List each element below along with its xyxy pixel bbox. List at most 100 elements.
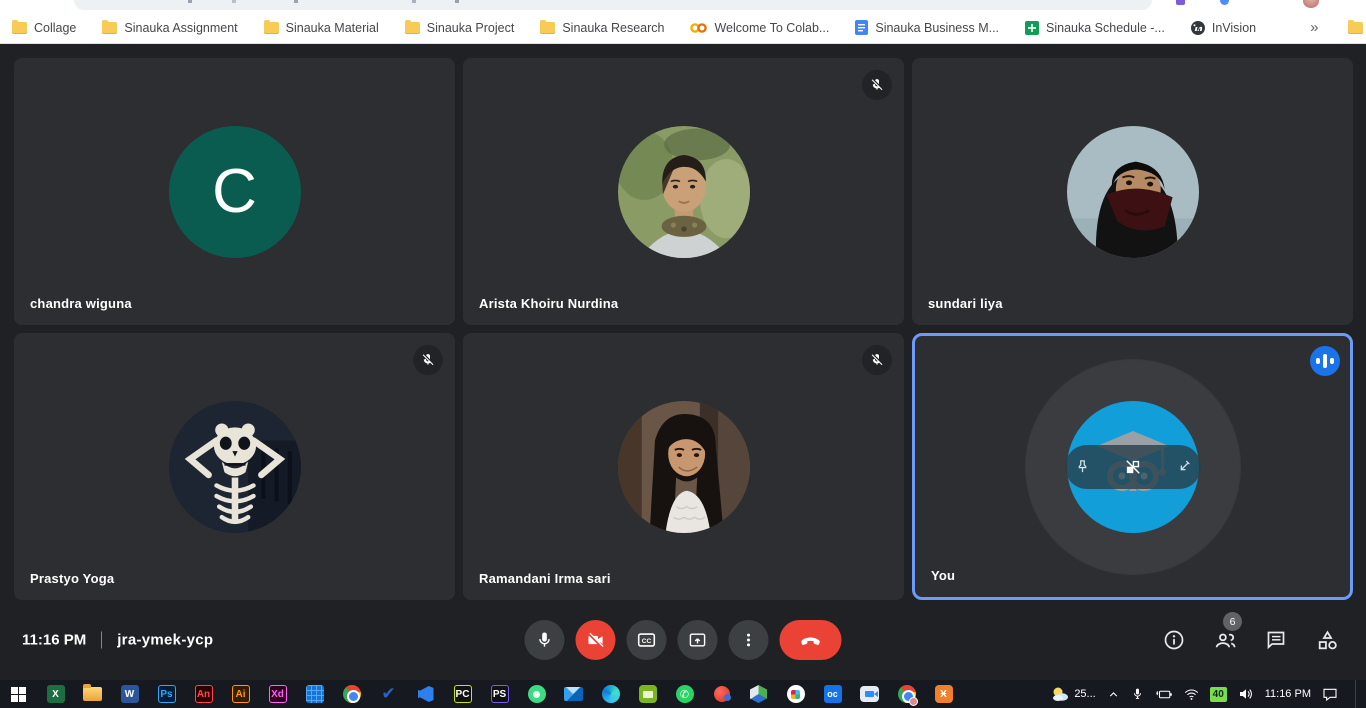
pycharm-icon[interactable]: PC [451,683,474,706]
adobe-xd-icon[interactable]: Xd [266,683,289,706]
bookmark-sinauka-research[interactable]: Sinauka Research [540,21,664,35]
participant-photo [618,401,750,533]
browser-profile-avatar[interactable] [1303,0,1319,8]
bookmark-colab[interactable]: Welcome To Colab... [690,21,829,35]
video-camera-app-icon[interactable] [858,683,881,706]
hang-up-icon [799,628,823,652]
vscode-icon[interactable] [414,683,437,706]
bookmark-sinauka-business[interactable]: Sinauka Business M... [855,20,999,35]
info-icon [1162,628,1186,652]
red-utility-icon[interactable] [710,683,733,706]
tray-battery-icon[interactable] [1155,688,1173,701]
tray-chevron-up-icon[interactable] [1107,688,1120,701]
audio-level-indicator-icon [1310,346,1340,376]
bookmark-sinauka-assignment[interactable]: Sinauka Assignment [102,21,237,35]
tray-speaker-icon[interactable] [1238,687,1254,701]
meeting-details-button[interactable] [1161,627,1187,653]
pin-icon[interactable] [1074,458,1091,475]
participant-name: Prastyo Yoga [30,571,114,586]
android-icon[interactable] [525,683,548,706]
xampp-icon[interactable]: Ӿ [932,683,955,706]
activities-button[interactable] [1314,627,1340,653]
extension-icon[interactable] [1220,0,1229,5]
participant-tile-sundari[interactable]: sundari liya [912,58,1353,325]
participant-name: chandra wiguna [30,296,132,311]
address-text-fragment [232,0,236,3]
word-icon[interactable]: W [118,683,141,706]
captions-icon: CC [636,629,658,651]
bookmark-sinauka-material[interactable]: Sinauka Material [264,21,379,35]
bookmark-sinauka-project[interactable]: Sinauka Project [405,21,515,35]
show-desktop-button[interactable] [1355,680,1360,708]
animate-icon[interactable]: An [192,683,215,706]
weather-temp: 25... [1074,688,1095,700]
to-do-check-icon[interactable]: ✔ [377,683,400,706]
file-explorer-icon[interactable] [81,683,104,706]
action-center-icon[interactable] [1322,687,1338,701]
folder-icon [1348,22,1363,34]
excel-icon[interactable]: X [44,683,67,706]
present-screen-icon [688,630,708,650]
meet-control-bar: 11:16 PM jra-ymek-ycp [0,600,1366,680]
chrome-profile-icon[interactable] [895,683,918,706]
weather-widget[interactable]: 25... [1051,686,1095,702]
chat-button[interactable] [1263,627,1289,653]
tray-wifi-icon[interactable] [1184,688,1199,701]
whatsapp-icon[interactable]: ✆ [673,683,696,706]
folder-icon [12,22,27,34]
extension-icon[interactable] [1176,0,1185,5]
bookmark-label: Sinauka Assignment [124,21,237,35]
bookmark-label: Sinauka Business M... [875,21,999,35]
chrome-icon[interactable] [340,683,363,706]
phpstorm-icon[interactable]: PS [488,683,511,706]
meeting-code: jra-ymek-ycp [117,632,213,649]
start-button[interactable] [7,683,30,706]
participant-tile-you[interactable]: You [912,333,1353,600]
creative-cloud-icon[interactable]: oc [821,683,844,706]
divider [101,632,102,649]
bookmark-label: Welcome To Colab... [714,21,829,35]
mail-icon[interactable] [562,683,585,706]
other-bookmarks-button[interactable]: Other bookmarks [1348,21,1366,35]
photoshop-icon[interactable]: Ps [155,683,178,706]
calendar-icon[interactable] [303,683,326,706]
more-options-button[interactable] [729,620,769,660]
tray-clock[interactable]: 11:16 PM [1265,688,1311,700]
camera-off-button[interactable] [576,620,616,660]
hexagon-app-icon[interactable] [747,683,770,706]
bookmarks-overflow-chevron[interactable]: » [1310,19,1318,36]
battery-percent-badge[interactable]: 40 [1210,687,1227,702]
minimize-icon[interactable] [1176,459,1192,475]
invision-icon [1191,21,1205,35]
browser-top-strip [0,0,1366,12]
people-icon [1213,628,1238,653]
microphone-button[interactable] [525,620,565,660]
tray-microphone-icon[interactable] [1131,687,1144,701]
participant-tile-arista[interactable]: Arista Khoiru Nurdina [463,58,904,325]
bookmark-invision[interactable]: InVision [1191,21,1256,35]
present-screen-button[interactable] [678,620,718,660]
leave-call-button[interactable] [780,620,842,660]
bookmark-label: Sinauka Schedule -... [1046,21,1165,35]
sheets-icon [1025,21,1039,35]
folder-icon [264,22,279,34]
edge-icon[interactable] [599,683,622,706]
remove-tile-icon[interactable] [1123,457,1143,477]
docs-icon [855,20,868,35]
captions-button[interactable]: CC [627,620,667,660]
initial-avatar: C [169,126,301,258]
camera-off-icon [586,630,606,650]
bookmark-collage[interactable]: Collage [12,21,76,35]
slack-icon[interactable] [784,683,807,706]
address-text-fragment [455,0,459,3]
camera-app-icon[interactable] [636,683,659,706]
bookmark-sinauka-schedule[interactable]: Sinauka Schedule -... [1025,21,1165,35]
bookmarks-bar: Collage Sinauka Assignment Sinauka Mater… [0,12,1366,44]
illustrator-icon[interactable]: Ai [229,683,252,706]
participant-tile-chandra[interactable]: C chandra wiguna [14,58,455,325]
participant-tile-ramandani[interactable]: Ramandani Irma sari [463,333,904,600]
participant-tile-prastyo[interactable]: Prastyo Yoga [14,333,455,600]
mic-muted-icon [862,345,892,375]
participant-photo [169,401,301,533]
participants-button[interactable]: 6 [1212,627,1238,653]
